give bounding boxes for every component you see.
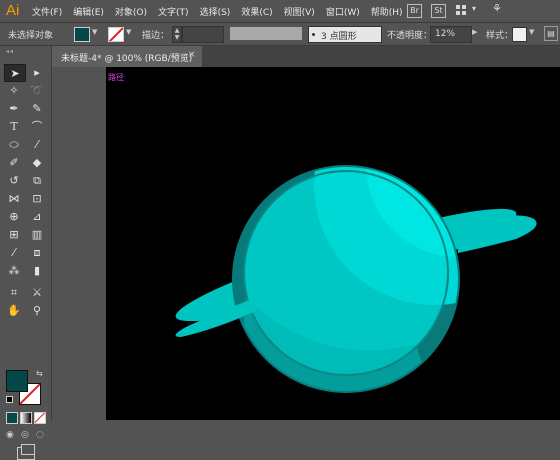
menu-select[interactable]: 选择(S) xyxy=(200,5,231,18)
gpu-performance-icon[interactable]: ⚘ xyxy=(492,2,502,15)
shape-builder-tool-icon[interactable]: ⊕ xyxy=(4,208,24,224)
document-tab-title: 未标题-4* @ 100% (RGB/预览) xyxy=(61,54,193,64)
control-bar: 未选择对象 ▼ ▼ 描边： ▲ ▼ 3 点圆形 不透明度： 12% ▶ 样式： ▼… xyxy=(0,22,560,46)
artboard-tool-icon[interactable]: ⌗ xyxy=(4,284,24,300)
opacity-label: 不透明度： xyxy=(387,31,433,41)
zoom-tool-icon[interactable]: ⚲ xyxy=(27,302,47,318)
opacity-value: 12% xyxy=(435,29,456,39)
menu-bar: Ai 文件(F) 编辑(E) 对象(O) 文字(T) 选择(S) 效果(C) 视… xyxy=(0,0,560,22)
menu-object[interactable]: 对象(O) xyxy=(115,5,147,18)
gradient-tool-icon[interactable]: ▥ xyxy=(27,226,47,242)
symbol-sprayer-tool-icon[interactable]: ⁂ xyxy=(4,262,24,278)
fill-color-swatch[interactable] xyxy=(6,370,28,392)
fill-swatch[interactable] xyxy=(74,27,90,42)
chevron-down-icon[interactable]: ▼ xyxy=(529,28,534,36)
color-mode-button[interactable] xyxy=(6,412,18,424)
column-graph-tool-icon[interactable]: ▮ xyxy=(27,262,47,278)
menu-file[interactable]: 文件(F) xyxy=(32,5,62,18)
stroke-stepper[interactable]: ▲ ▼ xyxy=(172,26,182,43)
menu-view[interactable]: 视图(V) xyxy=(284,5,315,18)
hand-tool-icon[interactable]: ✋ xyxy=(4,302,24,318)
variable-width-profile[interactable] xyxy=(230,27,302,40)
brush-label: 3 点圆形 xyxy=(321,32,357,42)
ellipse-tool-icon[interactable]: ⬭ xyxy=(4,136,24,152)
menu-window[interactable]: 窗口(W) xyxy=(326,5,360,18)
menu-help[interactable]: 帮助(H) xyxy=(371,5,403,18)
arc-tool-icon[interactable]: ⌒ xyxy=(27,118,47,134)
perspective-tool-icon[interactable]: ⊿ xyxy=(27,208,47,224)
menu-edit[interactable]: 编辑(E) xyxy=(73,5,104,18)
pen-tool-icon[interactable]: ✒ xyxy=(4,100,24,116)
planet-artwork[interactable] xyxy=(106,67,560,420)
bridge-button[interactable]: Br xyxy=(407,4,422,18)
stroke-swatch[interactable] xyxy=(108,27,124,42)
eraser-tool-icon[interactable]: ◆ xyxy=(27,154,47,170)
mesh-tool-icon[interactable]: ⊞ xyxy=(4,226,24,242)
menu-list: 文件(F) 编辑(E) 对象(O) 文字(T) 选择(S) 效果(C) 视图(V… xyxy=(32,5,414,18)
canvas-area[interactable]: 路径 xyxy=(52,67,560,420)
graphic-style-swatch[interactable] xyxy=(512,27,527,42)
brush-dot-icon xyxy=(312,33,315,36)
curvature-tool-icon[interactable]: ✎ xyxy=(27,100,47,116)
chevron-down-icon[interactable]: ▼ xyxy=(126,28,131,36)
arrange-documents-icon[interactable] xyxy=(456,5,466,15)
selection-tool-icon[interactable]: ➤ xyxy=(4,64,26,82)
blend-tool-icon[interactable]: ⧈ xyxy=(27,244,47,260)
none-mode-button[interactable] xyxy=(34,412,46,424)
stroke-label[interactable]: 描边： xyxy=(142,28,169,41)
swap-fill-stroke-icon[interactable]: ⇆ xyxy=(36,369,43,378)
menu-effect[interactable]: 效果(C) xyxy=(241,5,272,18)
document-setup-icon[interactable]: ▤ xyxy=(544,26,558,41)
opacity-field[interactable]: 12% xyxy=(430,26,472,43)
slice-tool-icon[interactable]: ⚔ xyxy=(27,284,47,300)
draw-normal-icon[interactable]: ◉ xyxy=(6,430,14,440)
type-tool-icon[interactable]: T xyxy=(4,118,24,134)
shaper-tool-icon[interactable]: ✐ xyxy=(4,154,24,170)
stock-button[interactable]: St xyxy=(431,4,446,18)
panel-grip-icon[interactable]: ◂◂ xyxy=(6,48,14,55)
gradient-mode-button[interactable] xyxy=(20,412,32,424)
stroke-weight-field[interactable] xyxy=(182,26,224,43)
rotate-tool-icon[interactable]: ↺ xyxy=(4,172,24,188)
screen-mode-icon[interactable] xyxy=(17,444,35,460)
chevron-down-icon[interactable]: ▼ xyxy=(92,28,97,36)
draw-behind-icon[interactable]: ◎ xyxy=(21,430,29,440)
scale-tool-icon[interactable]: ⧉ xyxy=(27,172,47,188)
chevron-right-icon[interactable]: ▶ xyxy=(472,28,477,36)
draw-inside-icon[interactable]: ◌ xyxy=(36,430,44,440)
default-colors-icon[interactable] xyxy=(6,396,13,403)
artboard[interactable]: 路径 xyxy=(106,67,560,420)
menu-type[interactable]: 文字(T) xyxy=(158,5,189,18)
paintbrush-tool-icon[interactable]: ⁄ xyxy=(27,136,47,152)
tools-panel: ◂◂ ➤ ▸ ✧ ➰ ✒ ✎ T ⌒ ⬭ ⁄ ✐ ◆ ↺ ⧉ ⋈ ⊡ ⊕ ⊿ ⊞… xyxy=(0,46,52,460)
close-icon[interactable]: × xyxy=(188,50,196,60)
magic-wand-tool-icon[interactable]: ✧ xyxy=(4,82,24,98)
lasso-tool-icon[interactable]: ➰ xyxy=(27,82,47,98)
selection-status: 未选择对象 xyxy=(8,31,54,41)
document-tab-bar: 未标题-4* @ 100% (RGB/预览) × xyxy=(52,46,560,67)
style-label: 样式： xyxy=(486,31,514,41)
width-tool-icon[interactable]: ⋈ xyxy=(4,190,24,206)
planet-band-light xyxy=(314,167,458,305)
direct-selection-tool-icon[interactable]: ▸ xyxy=(27,64,47,80)
illustrator-logo: Ai xyxy=(6,2,20,19)
document-tab[interactable]: 未标题-4* @ 100% (RGB/预览) × xyxy=(52,46,202,67)
brush-definition-dropdown[interactable]: 3 点圆形 xyxy=(308,26,382,43)
free-transform-tool-icon[interactable]: ⊡ xyxy=(27,190,47,206)
chevron-down-icon[interactable]: ▾ xyxy=(472,4,476,13)
eyedropper-tool-icon[interactable]: ⁄ xyxy=(4,244,24,260)
